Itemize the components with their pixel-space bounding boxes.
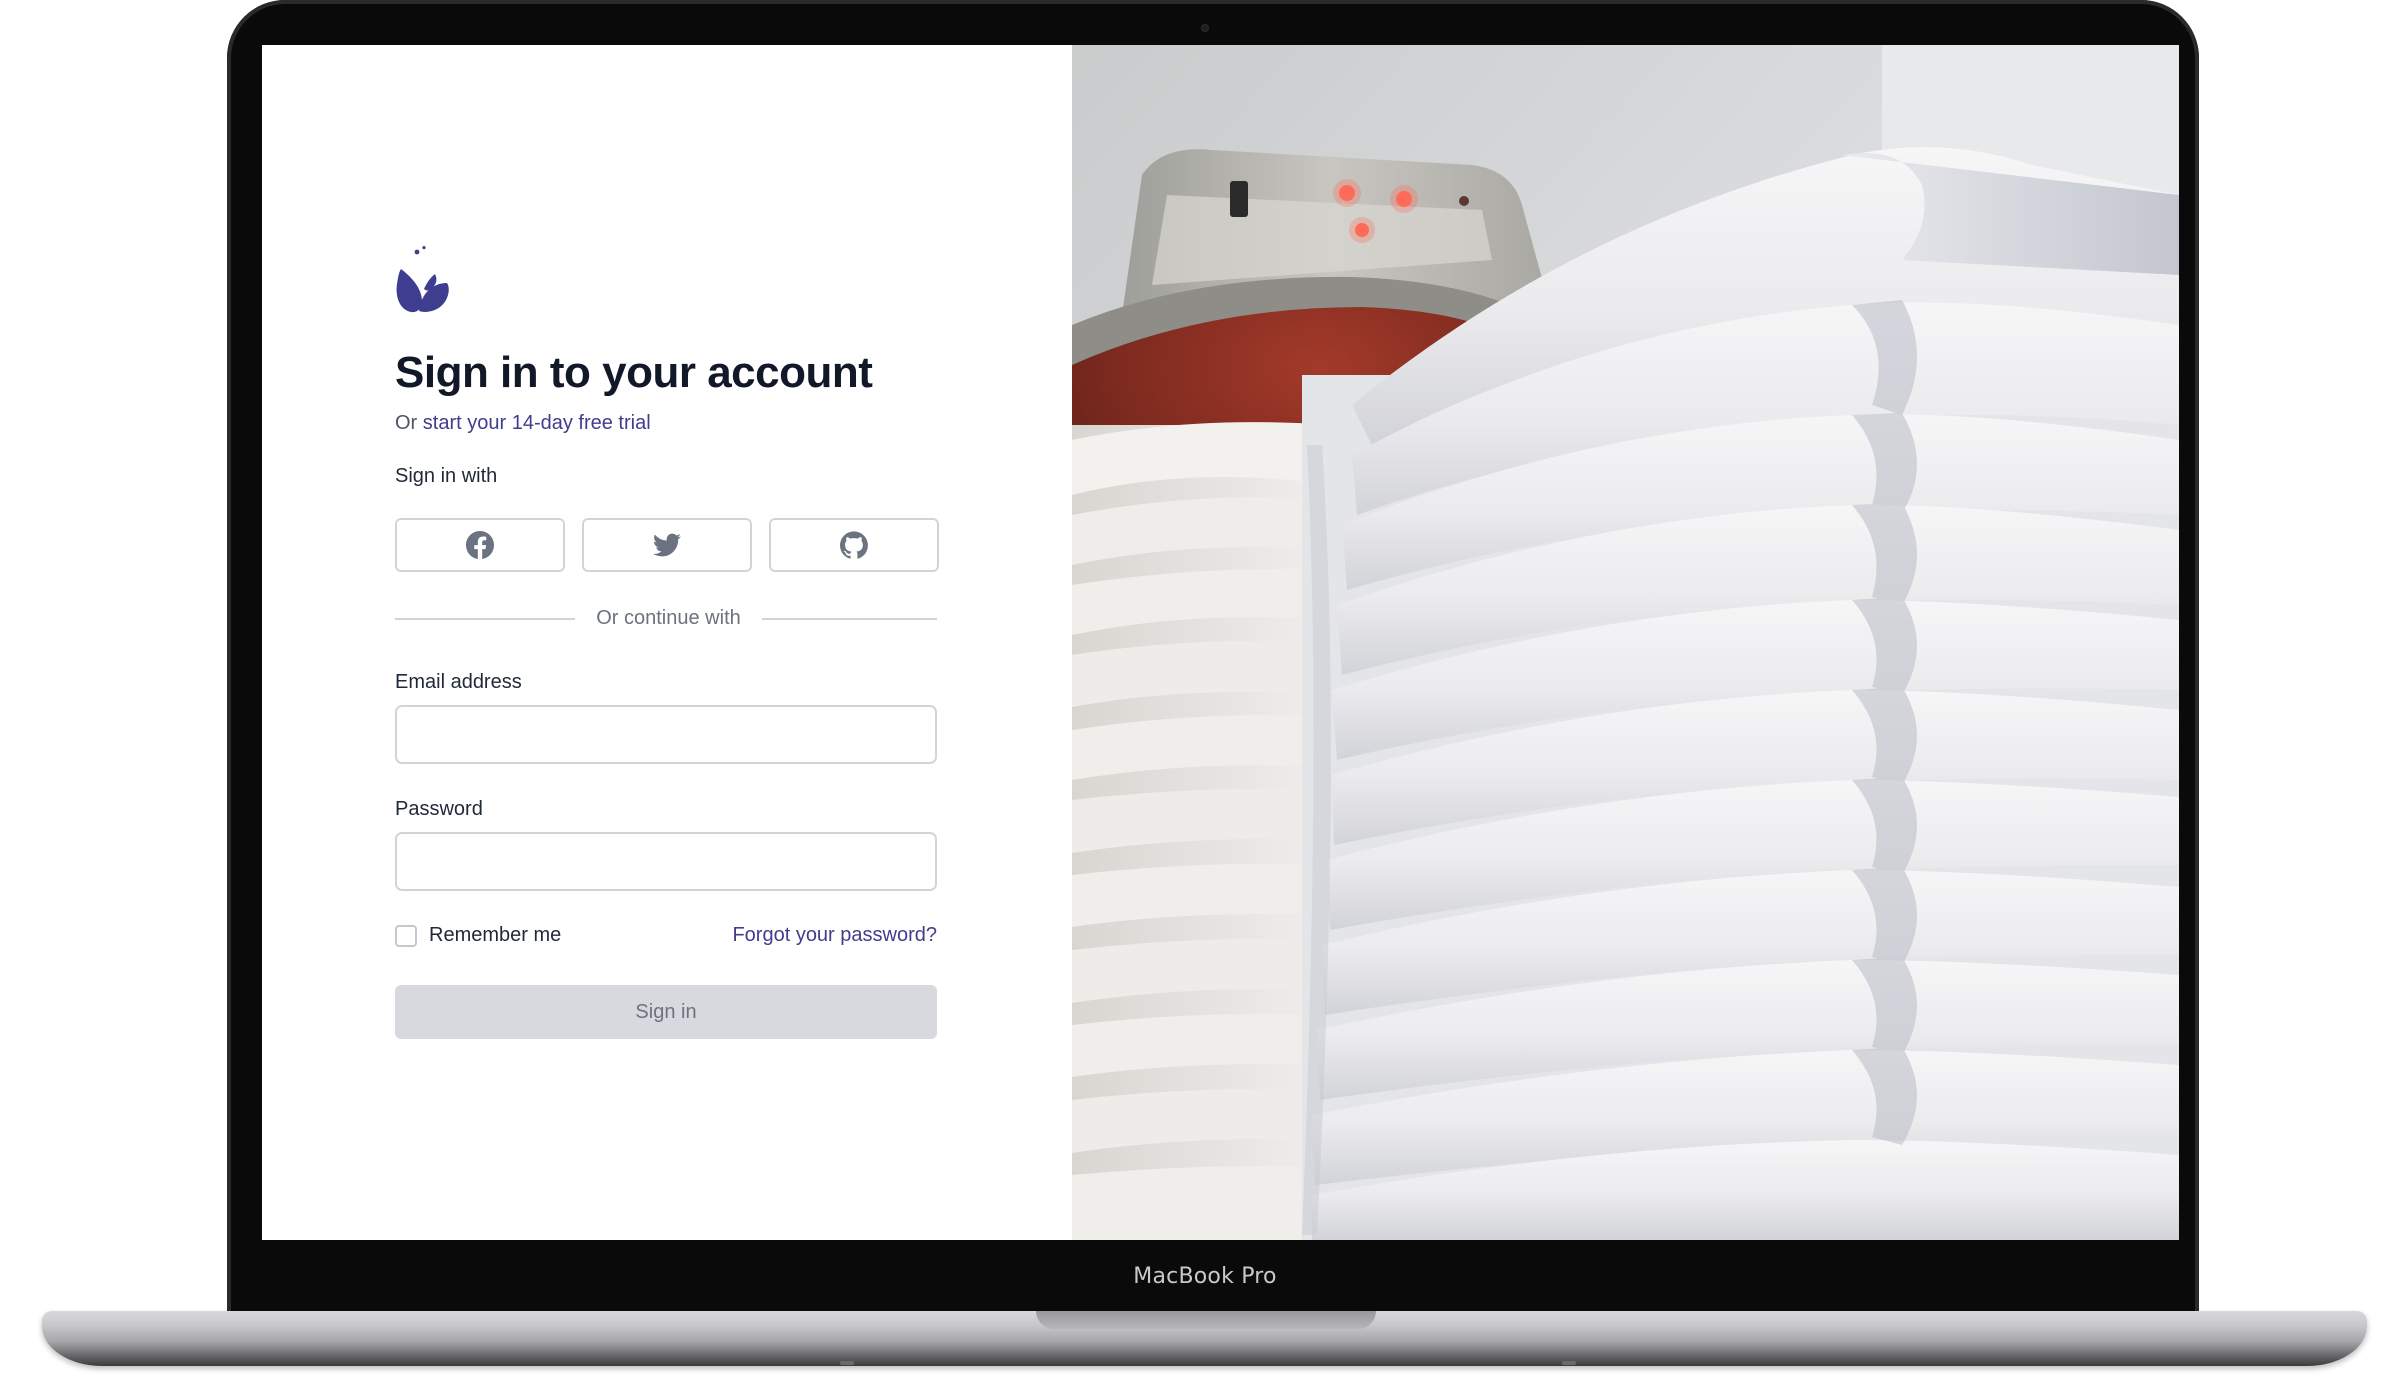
hero-image — [1072, 45, 2179, 1240]
twitter-sign-in-button[interactable] — [582, 518, 752, 572]
webcam — [1201, 24, 1209, 32]
email-label: Email address — [395, 671, 522, 693]
laptop-screen: Sign in to your account Or start your 14… — [262, 45, 2179, 1240]
laptop-foot-right — [1562, 1361, 1576, 1365]
forgot-password-link[interactable]: Forgot your password? — [732, 924, 937, 947]
social-sign-in-label: Sign in with — [395, 465, 498, 487]
device-brand-label: MacBook Pro — [1133, 1264, 1277, 1289]
subtitle-prefix: Or — [395, 412, 418, 434]
facebook-icon — [466, 531, 494, 559]
laptop-opening-notch — [1036, 1311, 1376, 1329]
page-title: Sign in to your account — [395, 348, 873, 397]
divider-line-right — [762, 618, 937, 620]
divider-text: Or continue with — [596, 607, 741, 629]
trial-subtitle: Or start your 14-day free trial — [395, 412, 651, 435]
remember-me-label[interactable]: Remember me — [429, 924, 561, 947]
github-sign-in-button[interactable] — [769, 518, 939, 572]
facebook-sign-in-button[interactable] — [395, 518, 565, 572]
brand-logo-icon — [396, 246, 449, 313]
divider-line-left — [395, 618, 575, 620]
laptop-foot-left — [840, 1361, 854, 1365]
remember-me-checkbox[interactable] — [395, 925, 417, 947]
twitter-icon — [653, 533, 681, 557]
free-trial-link[interactable]: start your 14-day free trial — [423, 412, 651, 434]
github-icon — [840, 531, 868, 559]
password-field[interactable] — [395, 832, 937, 891]
sign-in-panel: Sign in to your account Or start your 14… — [262, 45, 1072, 1240]
email-field[interactable] — [395, 705, 937, 764]
sign-in-button[interactable]: Sign in — [395, 985, 937, 1039]
password-label: Password — [395, 798, 483, 820]
